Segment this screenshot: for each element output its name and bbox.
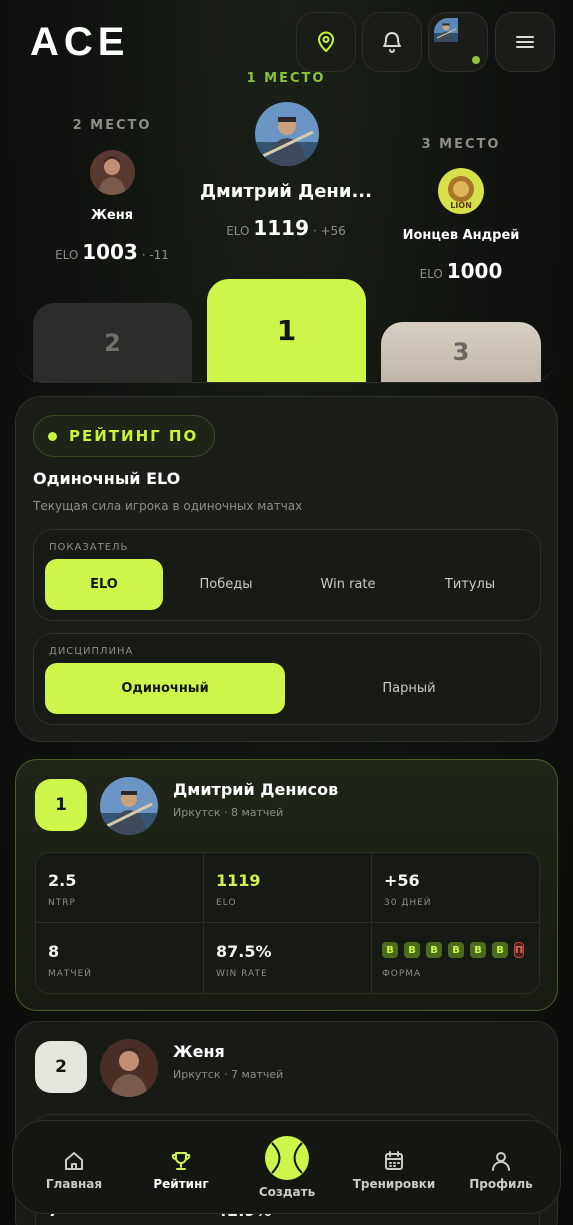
stat-label: NTRP [48, 898, 76, 908]
stat-value: 8 [48, 942, 60, 961]
stat-form: В В В В В В П ФОРМА [372, 924, 539, 993]
stat-label: ФОРМА [382, 969, 422, 979]
calendar-icon [385, 1151, 403, 1170]
form-badge-win: В [382, 942, 398, 958]
elo-prefix: ELO [419, 267, 443, 281]
rating-subtitle: Текущая сила игрока в одиночных матчах [33, 499, 303, 513]
discipline-label: ДИСЦИПЛИНА [49, 646, 134, 657]
bottom-navigation: Главная Рейтинг Создать Тренировки Профи… [12, 1120, 561, 1214]
logo-text: ACE [30, 20, 130, 64]
player-card[interactable]: 1 Дмитрий Денисов Иркутск · 8 матчей 2.5… [15, 759, 558, 1011]
player-avatar [100, 1039, 158, 1097]
player-meta: Иркутск · 8 матчей [173, 806, 284, 819]
second-place-avatar[interactable] [90, 150, 135, 195]
elo-value: 1119 [253, 216, 309, 240]
bell-icon [383, 32, 401, 53]
podium-block-third: 3 [381, 322, 541, 382]
elo-prefix: ELO [226, 224, 250, 238]
stat-value: +56 [384, 871, 420, 890]
first-place-elo: ELO 1119 · +56 [206, 216, 366, 240]
metric-label: ПОКАЗАТЕЛЬ [49, 542, 129, 553]
third-place-label: 3 МЕСТО [421, 137, 501, 152]
form-badge-win: В [404, 942, 420, 958]
svg-text:LION: LION [450, 201, 472, 210]
elo-delta: · +56 [312, 224, 346, 238]
tennis-ball-icon [265, 1136, 309, 1180]
second-place-label: 2 МЕСТО [72, 118, 152, 133]
elo-value: 1003 [82, 240, 138, 264]
stat-matches: 8 МАТЧЕЙ [36, 924, 204, 993]
stat-win-rate: 87.5% WIN RATE [204, 924, 372, 993]
form-badges: В В В В В В П [382, 942, 524, 958]
chip-label: РЕЙТИНГ ПО [69, 427, 199, 445]
metric-option-elo[interactable]: ELO [45, 559, 163, 610]
nav-label: Профиль [469, 1177, 533, 1191]
nav-item-profile[interactable]: Профиль [456, 1149, 546, 1191]
player-stats-grid: 2.5 NTRP 1119 ELO +56 30 ДНЕЙ 8 МАТЧЕЙ 8… [35, 852, 540, 994]
discipline-option-singles[interactable]: Одиночный [45, 663, 285, 714]
nav-item-trainings[interactable]: Тренировки [349, 1149, 439, 1191]
nav-label: Рейтинг [153, 1177, 209, 1191]
stat-label: WIN RATE [216, 969, 268, 979]
first-place-label: 1 МЕСТО [246, 71, 326, 86]
rank-badge: 1 [35, 779, 87, 831]
user-icon [492, 1152, 510, 1171]
first-place-avatar[interactable] [255, 102, 319, 166]
form-badge-win: В [426, 942, 442, 958]
player-name: Дмитрий Денисов [173, 780, 339, 799]
form-badge-loss: П [514, 942, 524, 958]
elo-prefix: ELO [55, 248, 79, 262]
third-place-avatar[interactable]: LION [438, 168, 484, 214]
home-icon [65, 1152, 83, 1170]
discipline-option-doubles[interactable]: Парный [289, 663, 529, 714]
form-badge-win: В [448, 942, 464, 958]
podium-block-first: 1 [207, 279, 366, 382]
rank-badge: 2 [35, 1041, 87, 1093]
hamburger-menu-icon [516, 36, 534, 48]
nav-item-create[interactable]: Создать [242, 1135, 332, 1199]
nav-item-home[interactable]: Главная [29, 1149, 119, 1191]
app-logo[interactable]: ACE [30, 22, 129, 62]
second-place-elo: ELO 1003 · -11 [32, 240, 192, 264]
stat-elo: 1119 ELO [204, 853, 372, 923]
stat-30-days: +56 30 ДНЕЙ [372, 853, 539, 923]
chip-dot-icon [48, 431, 57, 441]
third-place-name[interactable]: Ионцев Андрей [381, 228, 541, 243]
third-place-elo: ELO 1000 [381, 259, 541, 283]
stat-value: 87.5% [216, 942, 272, 961]
first-place-name[interactable]: Дмитрий Дени... [196, 181, 376, 202]
elo-delta: · -11 [141, 248, 169, 262]
trophy-icon [171, 1152, 191, 1170]
rating-filter-panel: РЕЙТИНГ ПО Одиночный ELO Текущая сила иг… [15, 396, 558, 742]
metric-option-wins[interactable]: Победы [167, 559, 285, 610]
second-place-name[interactable]: Женя [32, 208, 192, 223]
stat-label: 30 ДНЕЙ [384, 898, 432, 908]
form-badge-win: В [470, 942, 486, 958]
map-pin-icon [318, 31, 334, 52]
stat-label: МАТЧЕЙ [48, 969, 93, 979]
rating-title: Одиночный ELO [33, 469, 181, 488]
discipline-selector: ДИСЦИПЛИНА Одиночный Парный [33, 633, 541, 725]
elo-value: 1000 [446, 259, 503, 283]
stat-ntrp: 2.5 NTRP [36, 853, 204, 923]
player-avatar [100, 777, 158, 835]
stat-value: 1119 [216, 871, 261, 890]
form-badge-win: В [492, 942, 508, 958]
player-name: Женя [173, 1042, 225, 1061]
stat-value: 2.5 [48, 871, 77, 890]
player-meta: Иркутск · 7 матчей [173, 1068, 284, 1081]
podium-block-second: 2 [33, 303, 192, 382]
nav-label: Создать [258, 1185, 316, 1199]
metric-option-titles[interactable]: Титулы [411, 559, 529, 610]
metric-option-winrate[interactable]: Win rate [289, 559, 407, 610]
nav-label: Тренировки [352, 1177, 436, 1191]
rating-by-chip: РЕЙТИНГ ПО [33, 415, 216, 457]
metric-selector: ПОКАЗАТЕЛЬ ELO Победы Win rate Титулы [33, 529, 541, 621]
stat-label: ELO [216, 898, 237, 908]
nav-item-rating[interactable]: Рейтинг [136, 1149, 226, 1191]
nav-label: Главная [45, 1177, 103, 1191]
